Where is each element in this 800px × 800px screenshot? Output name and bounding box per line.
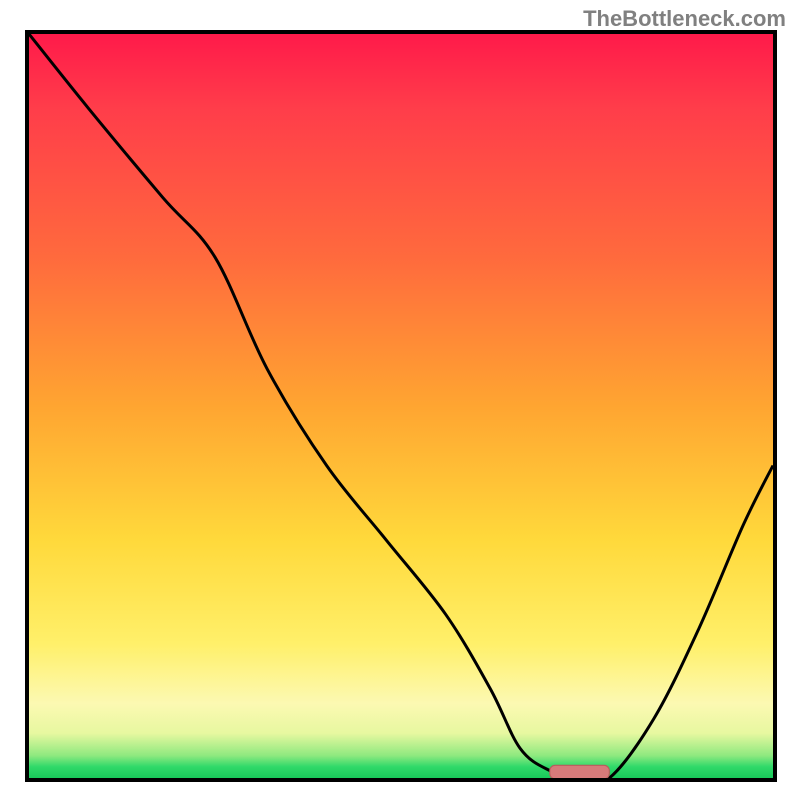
chart-plot-area	[25, 30, 777, 782]
watermark-text: TheBottleneck.com	[583, 6, 786, 32]
target-marker	[550, 765, 610, 778]
chart-marker-layer	[29, 34, 773, 778]
